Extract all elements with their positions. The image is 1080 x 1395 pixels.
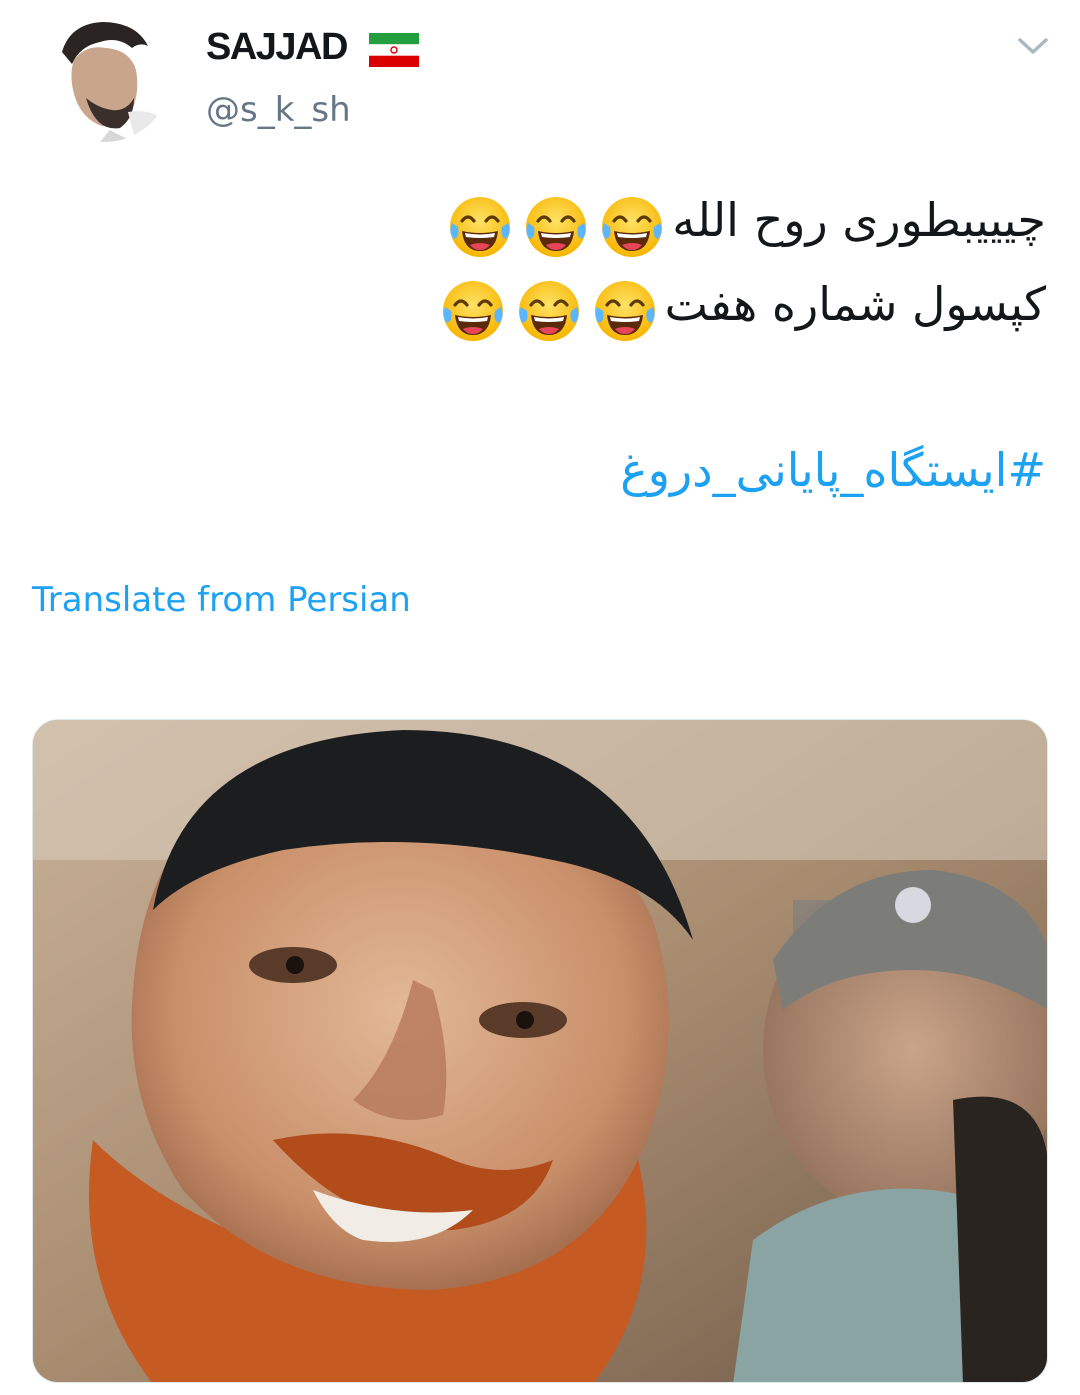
tweet-line-2-text: کپسول شماره هفت bbox=[664, 276, 1046, 331]
author-avatar[interactable] bbox=[40, 12, 170, 142]
face-with-tears-of-joy-icon bbox=[448, 195, 512, 259]
face-with-tears-of-joy-icon bbox=[592, 278, 657, 343]
tweet: SAJJAD @s_k_sh چیییبطوری روح الله کپسول … bbox=[0, 0, 1080, 1395]
face-with-tears-of-joy-icon bbox=[600, 195, 664, 259]
face-with-tears-of-joy-icon bbox=[440, 278, 505, 343]
tweet-text: چیییبطوری روح الله کپسول شماره هفت bbox=[46, 180, 1046, 347]
iran-flag-icon bbox=[368, 32, 419, 67]
tweet-line-1-text: چیییبطوری روح الله bbox=[672, 193, 1046, 247]
hashtag-link[interactable]: #ایستگاه_پایانی_دروغ bbox=[620, 430, 1046, 510]
author-display-name[interactable]: SAJJAD bbox=[206, 26, 419, 69]
tweet-line-1: چیییبطوری روح الله bbox=[46, 180, 1046, 264]
face-with-tears-of-joy-icon bbox=[524, 195, 588, 259]
author-handle[interactable]: @s_k_sh bbox=[206, 90, 351, 130]
tweet-media-image[interactable] bbox=[32, 719, 1048, 1383]
emoji-group-2 bbox=[435, 267, 663, 347]
display-name-text[interactable]: SAJJAD bbox=[206, 26, 348, 69]
chevron-down-icon[interactable] bbox=[1016, 34, 1050, 58]
tweet-line-2: کپسول شماره هفت bbox=[46, 264, 1046, 348]
translate-link[interactable]: Translate from Persian bbox=[32, 580, 411, 620]
face-with-tears-of-joy-icon bbox=[516, 278, 581, 343]
emoji-group-1 bbox=[442, 184, 670, 264]
